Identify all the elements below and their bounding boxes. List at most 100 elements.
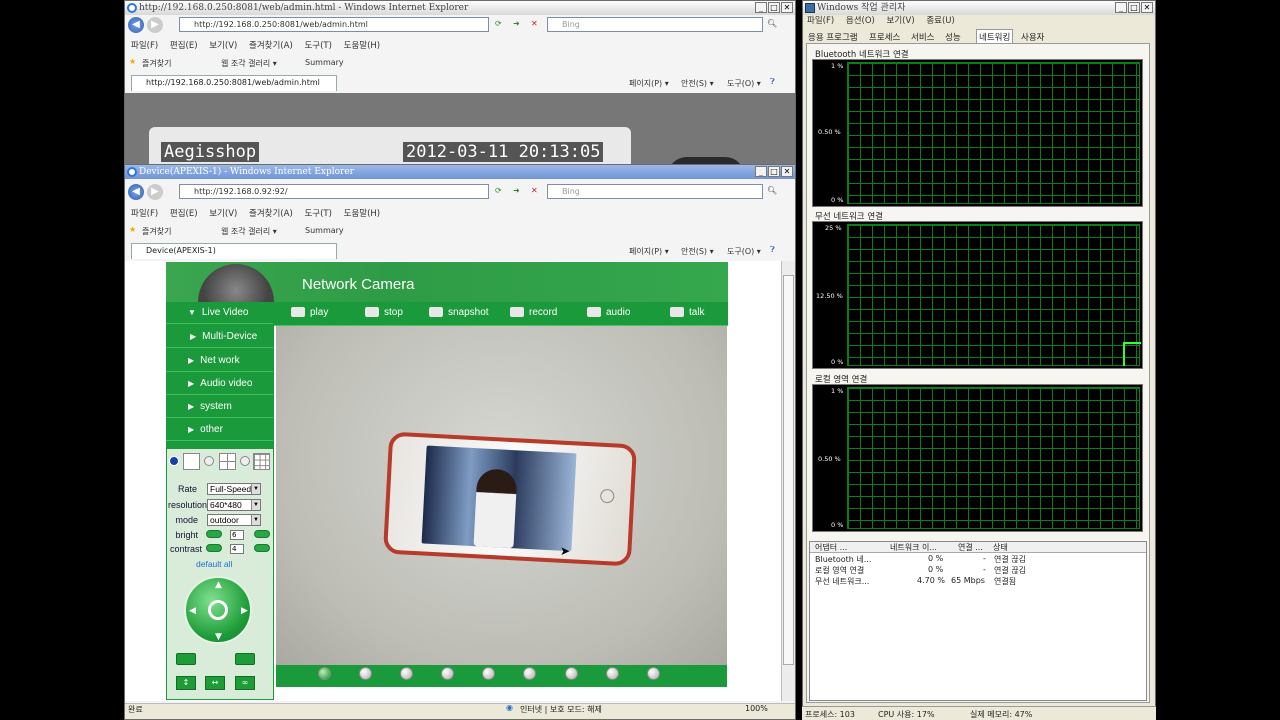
back-tab[interactable]: http://192.168.0.250:8081/web/admin.html [131,75,337,91]
favorites-star-icon[interactable]: ★ [129,57,136,66]
maximize-button[interactable]: □ [768,166,780,177]
back-search-box[interactable]: Bing [547,17,763,32]
forward-arrow-icon[interactable]: ▶ [147,184,163,200]
front-cmd-tools[interactable]: 도구(O) ▾ [727,246,761,257]
menu-tools[interactable]: 도구(T) [304,209,331,219]
ptz-up-icon[interactable]: ▲ [215,580,222,590]
column-header-adapter[interactable]: 어댑터 ... [815,542,847,553]
minimize-button[interactable]: _ [755,2,767,13]
horizontal-patrol-icon[interactable]: ↔ [205,676,225,690]
tab-applications[interactable]: 응용 프로그램 [808,31,858,43]
bright-decrease-button[interactable] [206,530,222,538]
channel-dot[interactable] [359,667,372,680]
back-cmd-page[interactable]: 페이지(P) ▾ [629,78,669,89]
help-icon[interactable]: ❓︎ [770,77,775,87]
close-button[interactable]: ✕ [781,166,793,177]
bright-increase-button[interactable] [254,530,270,538]
sidebar-item-live-video[interactable]: ▼ Live Video [166,302,273,324]
sidebar-item-other[interactable]: ▶ other [166,419,273,441]
summary-link[interactable]: Summary [305,58,344,67]
search-icon[interactable]: 🔍︎ [767,186,777,195]
channel-dot[interactable] [441,667,454,680]
sidebar-item-system[interactable]: ▶ system [166,396,273,418]
layout-nine-icon[interactable] [253,453,270,470]
layout-radio-icon[interactable] [204,456,214,466]
refresh-icon[interactable]: ⟳ [495,186,502,195]
sidebar-item-network[interactable]: ▶ Net work [166,350,273,372]
layout-four-icon[interactable] [219,453,236,470]
tab-processes[interactable]: 프로세스 [869,31,900,43]
scrollbar-thumb[interactable] [783,275,794,665]
front-search-box[interactable]: Bing [547,184,763,199]
column-header-status[interactable]: 상태 [993,542,1008,553]
layout-single-icon[interactable] [169,456,179,466]
back-address-bar[interactable]: http://192.168.0.250:8081/web/admin.html [179,17,489,32]
channel-dot[interactable] [647,667,660,680]
menu-edit[interactable]: 편집(E) [170,41,198,51]
close-button[interactable]: ✕ [1141,2,1153,13]
layout-radio-icon[interactable] [240,456,250,466]
front-tab[interactable]: Device(APEXIS-1) [131,243,337,259]
tab-networking[interactable]: 네트워킹 [976,29,1014,44]
search-icon[interactable]: 🔍︎ [767,19,777,28]
favorites-star-icon[interactable]: ★ [129,225,136,234]
stop-icon[interactable]: ✕ [531,19,538,28]
forward-arrow-icon[interactable]: ▶ [147,17,163,33]
front-cmd-page[interactable]: 페이지(P) ▾ [629,246,669,257]
stop-icon[interactable]: ✕ [531,186,538,195]
ptz-center-icon[interactable] [208,600,228,620]
ptz-left-icon[interactable]: ◀ [189,606,196,616]
tm-menu-view[interactable]: 보기(V) [887,16,915,26]
sidebar-item-multi-device[interactable]: ▶ Multi-Device [166,326,273,348]
web-slice-gallery[interactable]: 웹 조각 갤러리 ▾ [221,58,277,69]
vertical-scrollbar[interactable] [781,261,795,701]
back-window-titlebar[interactable]: http://192.168.0.250:8081/web/admin.html… [125,1,795,15]
column-header-speed[interactable]: 연결 ... [958,542,983,553]
zoom-level[interactable]: 100% [745,704,768,713]
ptz-right-icon[interactable]: ▶ [241,606,248,616]
channel-dot[interactable] [318,667,331,680]
tab-services[interactable]: 서비스 [911,31,934,43]
tm-menu-file[interactable]: 파일(F) [807,16,834,26]
front-window-titlebar[interactable]: Device(APEXIS-1) - Windows Internet Expl… [125,165,795,179]
column-header-utilization[interactable]: 네트워크 이... [890,542,937,553]
layout-one-icon[interactable] [183,453,200,470]
channel-dot[interactable] [606,667,619,680]
front-cmd-safety[interactable]: 안전(S) ▾ [681,246,714,257]
play-button[interactable]: play [291,302,328,324]
go-icon[interactable]: ➜ [513,186,520,195]
menu-edit[interactable]: 편집(E) [170,209,198,219]
talk-button[interactable]: talk [670,302,705,324]
stop-button[interactable]: stop [365,302,403,324]
summary-link[interactable]: Summary [305,226,344,235]
help-icon[interactable]: ❓︎ [770,245,775,255]
sidebar-item-audio-video[interactable]: ▶ Audio video [166,373,273,395]
favorites-button[interactable]: 즐겨찾기 [142,58,171,69]
menu-view[interactable]: 보기(V) [209,41,237,51]
back-cmd-safety[interactable]: 안전(S) ▾ [681,78,714,89]
mode-select[interactable]: outdoor ▼ [207,514,261,526]
tm-menu-options[interactable]: 옵션(O) [846,16,875,26]
back-arrow-icon[interactable]: ◀ [128,184,144,200]
tab-performance[interactable]: 성능 [945,31,961,43]
menu-favorites[interactable]: 즐겨찾기(A) [249,41,293,51]
front-address-bar[interactable]: http://192.168.0.92:92/ [179,184,489,199]
ptz-control-pad[interactable]: ▲ ▼ ◀ ▶ [184,576,252,644]
close-button[interactable]: ✕ [781,2,793,13]
contrast-decrease-button[interactable] [206,544,222,552]
minimize-button[interactable]: _ [755,166,767,177]
channel-dot[interactable] [482,667,495,680]
ptz-preset-1-button[interactable] [176,653,196,665]
tm-menu-shutdown[interactable]: 종료(U) [926,16,955,26]
menu-file[interactable]: 파일(F) [131,41,158,51]
maximize-button[interactable]: □ [768,2,780,13]
channel-dot[interactable] [523,667,536,680]
channel-dot[interactable] [400,667,413,680]
menu-file[interactable]: 파일(F) [131,209,158,219]
maximize-button[interactable]: □ [1128,2,1140,13]
ptz-down-icon[interactable]: ▼ [215,632,222,642]
menu-view[interactable]: 보기(V) [209,209,237,219]
tab-users[interactable]: 사용자 [1021,31,1044,43]
back-arrow-icon[interactable]: ◀ [128,17,144,33]
refresh-icon[interactable]: ⟳ [495,19,502,28]
